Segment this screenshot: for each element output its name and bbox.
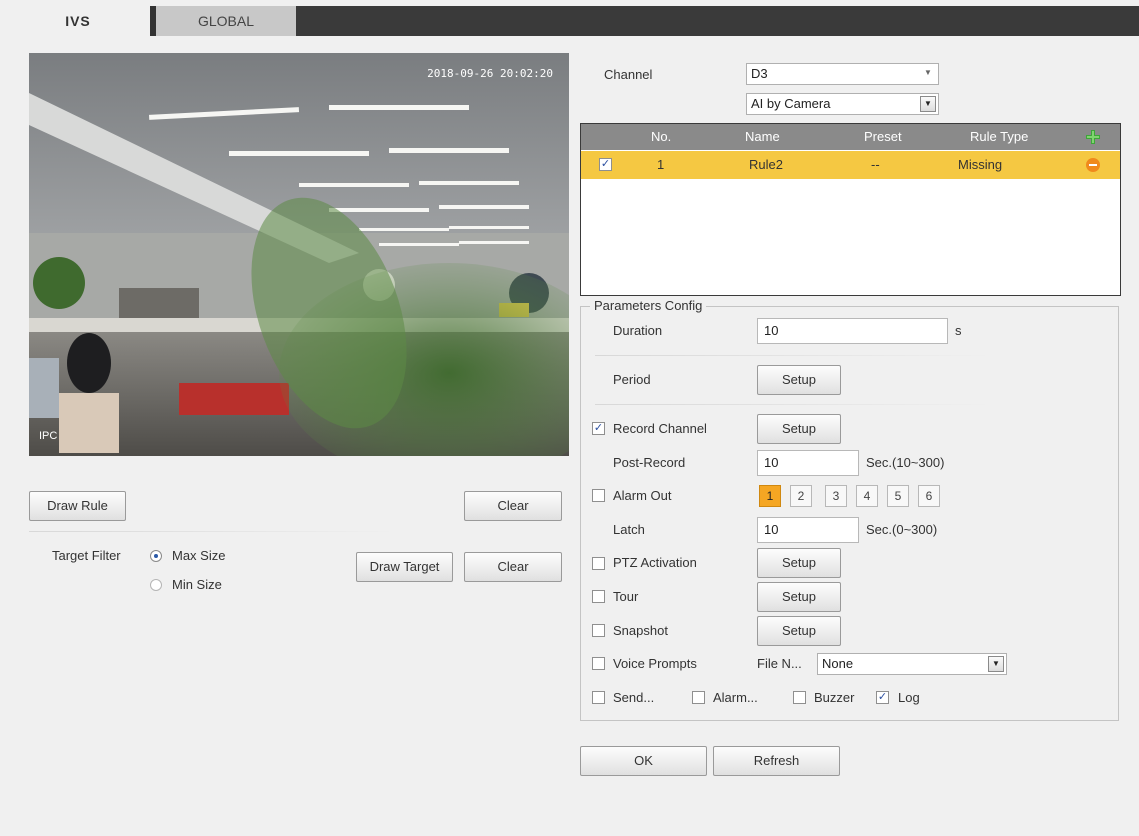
post-record-label: Post-Record (613, 455, 686, 470)
period-setup-button[interactable]: Setup (757, 365, 841, 395)
ptz-setup-button[interactable]: Setup (757, 548, 841, 578)
tour-checkbox[interactable] (592, 590, 605, 603)
alarm-out-1[interactable]: 1 (759, 485, 781, 507)
rule-type: Missing (958, 157, 1003, 172)
column-preset: Preset (864, 129, 902, 144)
column-rule-type: Rule Type (970, 129, 1029, 144)
latch-label: Latch (613, 522, 645, 537)
target-filter-label: Target Filter (52, 548, 121, 563)
channel-label: Channel (604, 67, 653, 82)
rules-table: No. Name Preset Rule Type ✓ 1 Rule2 -- M… (580, 123, 1121, 296)
chevron-down-icon: ▼ (920, 96, 936, 112)
duration-label: Duration (613, 323, 663, 338)
snapshot-checkbox[interactable] (592, 624, 605, 637)
tab-bar: IVS GLOBAL (6, 6, 1139, 36)
alarm-out-2[interactable]: 2 (790, 485, 812, 507)
max-size-label: Max Size (172, 548, 226, 563)
mode-select[interactable]: AI by Camera ▼ (746, 93, 939, 115)
voice-prompts-label: Voice Prompts (613, 656, 697, 671)
mode-select-value: AI by Camera (751, 96, 831, 111)
alarm-checkbox[interactable] (692, 691, 705, 704)
buzzer-label: Buzzer (814, 690, 855, 705)
tab-ivs[interactable]: IVS (6, 6, 150, 36)
video-overlay-label: IPC (39, 430, 58, 442)
minus-icon[interactable] (1086, 158, 1100, 172)
voice-file-select[interactable]: None ▼ (817, 653, 1007, 675)
table-header: No. Name Preset Rule Type (581, 124, 1120, 150)
divider (29, 531, 399, 532)
voice-prompts-checkbox[interactable] (592, 657, 605, 670)
duration-unit: s (955, 323, 962, 338)
column-name: Name (745, 129, 780, 144)
log-checkbox[interactable]: ✓ (876, 691, 889, 704)
duration-input[interactable]: 10 (757, 318, 948, 344)
file-name-label: File N... (757, 656, 802, 671)
send-checkbox[interactable] (592, 691, 605, 704)
min-size-label: Min Size (172, 577, 222, 592)
office-scene-image (29, 53, 569, 456)
max-size-radio[interactable] (150, 550, 162, 562)
tour-setup-button[interactable]: Setup (757, 582, 841, 612)
alarm-out-label: Alarm Out (613, 488, 672, 503)
clear-rule-button[interactable]: Clear (464, 491, 562, 521)
log-label: Log (898, 690, 920, 705)
refresh-button[interactable]: Refresh (713, 746, 840, 776)
snapshot-label: Snapshot (613, 623, 668, 638)
period-label: Period (613, 372, 651, 387)
snapshot-setup-button[interactable]: Setup (757, 616, 841, 646)
record-channel-setup-button[interactable]: Setup (757, 414, 841, 444)
rule-enable-checkbox[interactable]: ✓ (599, 158, 612, 171)
channel-select[interactable]: D3 ▼ (746, 63, 939, 85)
send-label: Send... (613, 690, 655, 705)
draw-rule-button[interactable]: Draw Rule (29, 491, 126, 521)
video-timestamp: 2018-09-26 20:02:20 (427, 67, 553, 80)
parameters-config-title: Parameters Config (590, 298, 707, 313)
voice-file-value: None (822, 656, 854, 671)
min-size-radio[interactable] (150, 579, 162, 591)
ptz-activation-checkbox[interactable] (592, 557, 605, 570)
divider (595, 404, 995, 405)
post-record-input[interactable]: 10 (757, 450, 859, 476)
tab-global[interactable]: GLOBAL (156, 6, 296, 36)
chevron-down-icon: ▼ (988, 656, 1004, 672)
alarm-label: Alarm... (713, 690, 758, 705)
alarm-out-5[interactable]: 5 (887, 485, 909, 507)
plus-icon[interactable] (1086, 130, 1100, 144)
alarm-out-4[interactable]: 4 (856, 485, 878, 507)
rule-preset: -- (871, 157, 880, 172)
draw-target-button[interactable]: Draw Target (356, 552, 453, 582)
latch-range: Sec.(0~300) (866, 522, 938, 537)
video-preview[interactable]: 2018-09-26 20:02:20 IPC (29, 53, 569, 456)
alarm-out-checkbox[interactable] (592, 489, 605, 502)
latch-input[interactable]: 10 (757, 517, 859, 543)
divider (595, 355, 995, 356)
table-row[interactable]: ✓ 1 Rule2 -- Missing (581, 151, 1120, 179)
chevron-down-icon: ▼ (924, 68, 932, 77)
channel-select-value: D3 (751, 66, 768, 81)
clear-target-button[interactable]: Clear (464, 552, 562, 582)
record-channel-checkbox[interactable]: ✓ (592, 422, 605, 435)
alarm-out-6[interactable]: 6 (918, 485, 940, 507)
ok-button[interactable]: OK (580, 746, 707, 776)
rule-name: Rule2 (749, 157, 783, 172)
buzzer-checkbox[interactable] (793, 691, 806, 704)
rule-no: 1 (657, 157, 665, 172)
record-channel-label: Record Channel (613, 421, 707, 436)
column-no: No. (651, 129, 672, 144)
alarm-out-3[interactable]: 3 (825, 485, 847, 507)
ptz-activation-label: PTZ Activation (613, 555, 697, 570)
post-record-range: Sec.(10~300) (866, 455, 945, 470)
tour-label: Tour (613, 589, 639, 604)
